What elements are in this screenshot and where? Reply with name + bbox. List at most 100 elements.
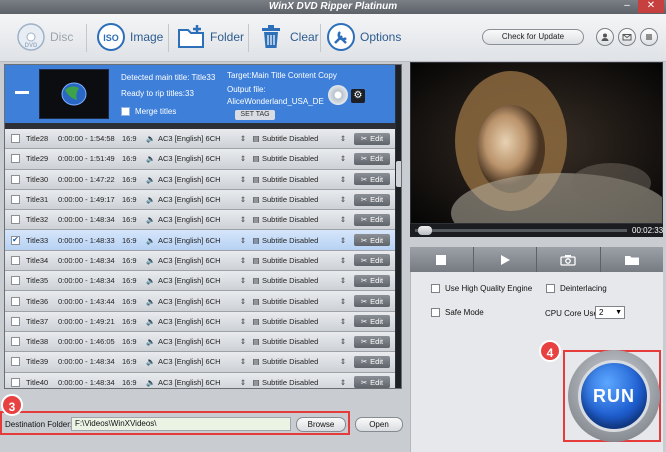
subtitle-select[interactable]: Subtitle Disabled <box>262 134 336 143</box>
cpu-core-select[interactable]: 2 ▼ <box>595 306 625 319</box>
collapse-toggle[interactable] <box>15 91 29 94</box>
output-file-name[interactable]: AliceWonderland_USA_DE <box>227 97 324 106</box>
title-checkbox[interactable] <box>11 215 20 225</box>
audio-track-select[interactable]: AC3 [English] 6CH <box>158 256 236 265</box>
chevron-updown-icon[interactable]: ⇕ <box>336 134 350 143</box>
options-button[interactable]: Options <box>326 22 401 52</box>
edit-button[interactable]: ✂ Edit <box>354 173 390 186</box>
edit-button[interactable]: ✂ Edit <box>354 376 390 388</box>
safe-mode-option[interactable]: Safe Mode <box>431 308 484 317</box>
title-row[interactable]: Title28 0:00:00 - 1:54:58 16:9 🔈 AC3 [Englis… <box>5 129 395 150</box>
subtitle-select[interactable]: Subtitle Disabled <box>262 215 336 224</box>
title-checkbox[interactable] <box>11 154 20 164</box>
subtitle-select[interactable]: Subtitle Disabled <box>262 378 336 387</box>
chevron-updown-icon[interactable]: ⇕ <box>236 215 250 224</box>
open-button[interactable]: Open <box>355 417 403 432</box>
title-checkbox[interactable] <box>11 255 20 265</box>
title-checkbox[interactable] <box>11 337 20 347</box>
title-row[interactable]: Title35 0:00:00 - 1:48:34 16:9 🔈 AC3 [Englis… <box>5 271 395 292</box>
title-row[interactable]: Title30 0:00:00 - 1:47:22 16:9 🔈 AC3 [Englis… <box>5 169 395 190</box>
audio-track-select[interactable]: AC3 [English] 6CH <box>158 297 236 306</box>
deinterlacing-checkbox[interactable] <box>546 284 555 293</box>
close-button[interactable]: ✕ <box>638 0 664 13</box>
chevron-updown-icon[interactable]: ⇕ <box>236 256 250 265</box>
audio-track-select[interactable]: AC3 [English] 6CH <box>158 276 236 285</box>
chevron-updown-icon[interactable]: ⇕ <box>336 276 350 285</box>
snapshot-button[interactable] <box>537 247 601 272</box>
run-button[interactable]: RUN <box>578 360 650 432</box>
deinterlacing-option[interactable]: Deinterlacing <box>546 284 607 293</box>
chevron-updown-icon[interactable]: ⇕ <box>236 337 250 346</box>
subtitle-select[interactable]: Subtitle Disabled <box>262 357 336 366</box>
chevron-updown-icon[interactable]: ⇕ <box>236 236 250 245</box>
hq-engine-checkbox[interactable] <box>431 284 440 293</box>
user-icon[interactable] <box>596 28 614 46</box>
gear-icon[interactable]: ⚙ <box>351 89 365 103</box>
chevron-updown-icon[interactable]: ⇕ <box>236 154 250 163</box>
title-checkbox[interactable] <box>11 296 20 306</box>
chevron-updown-icon[interactable]: ⇕ <box>336 357 350 366</box>
chevron-updown-icon[interactable]: ⇕ <box>236 134 250 143</box>
chevron-updown-icon[interactable]: ⇕ <box>336 337 350 346</box>
title-row[interactable]: Title34 0:00:00 - 1:48:34 16:9 🔈 AC3 [Englis… <box>5 250 395 272</box>
minimize-button[interactable]: – <box>616 0 638 13</box>
audio-track-select[interactable]: AC3 [English] 6CH <box>158 317 236 326</box>
destination-folder-input[interactable]: F:\Videos\WinXVideos\ <box>71 417 291 431</box>
title-row[interactable]: Title29 0:00:00 - 1:51:49 16:9 🔈 AC3 [Englis… <box>5 149 395 170</box>
scroll-thumb[interactable] <box>396 161 401 187</box>
audio-track-select[interactable]: AC3 [English] 6CH <box>158 154 236 163</box>
audio-track-select[interactable]: AC3 [English] 6CH <box>158 215 236 224</box>
audio-track-select[interactable]: AC3 [English] 6CH <box>158 337 236 346</box>
subtitle-select[interactable]: Subtitle Disabled <box>262 256 336 265</box>
chevron-updown-icon[interactable]: ⇕ <box>336 195 350 204</box>
title-row[interactable]: Title37 0:00:00 - 1:49:21 16:9 🔈 AC3 [Englis… <box>5 311 395 332</box>
chevron-updown-icon[interactable]: ⇕ <box>336 215 350 224</box>
title-checkbox[interactable] <box>11 377 20 387</box>
title-row[interactable]: Title32 0:00:00 - 1:48:34 16:9 🔈 AC3 [Englis… <box>5 210 395 231</box>
chevron-updown-icon[interactable]: ⇕ <box>336 317 350 326</box>
subtitle-select[interactable]: Subtitle Disabled <box>262 195 336 204</box>
seek-track[interactable] <box>415 229 627 232</box>
folder-button[interactable]: Folder <box>176 22 244 52</box>
title-row[interactable]: Title40 0:00:00 - 1:48:34 16:9 🔈 AC3 [Englis… <box>5 372 395 388</box>
seek-handle[interactable] <box>418 226 433 235</box>
title-list-scrollbar[interactable] <box>396 65 401 388</box>
set-tag-button[interactable]: SET TAG <box>235 110 275 120</box>
safe-mode-checkbox[interactable] <box>431 308 440 317</box>
chevron-updown-icon[interactable]: ⇕ <box>336 175 350 184</box>
subtitle-select[interactable]: Subtitle Disabled <box>262 175 336 184</box>
title-checkbox[interactable] <box>11 195 20 205</box>
edit-button[interactable]: ✂ Edit <box>354 254 390 267</box>
clear-button[interactable]: Clear <box>256 22 319 52</box>
subtitle-select[interactable]: Subtitle Disabled <box>262 297 336 306</box>
edit-button[interactable]: ✂ Edit <box>354 152 390 165</box>
chevron-updown-icon[interactable]: ⇕ <box>336 236 350 245</box>
chevron-updown-icon[interactable]: ⇕ <box>236 317 250 326</box>
image-button[interactable]: ISO Image <box>96 22 163 52</box>
chevron-updown-icon[interactable]: ⇕ <box>336 154 350 163</box>
edit-button[interactable]: ✂ Edit <box>354 132 390 145</box>
chevron-updown-icon[interactable]: ⇕ <box>236 297 250 306</box>
browse-button[interactable]: Browse <box>296 417 346 432</box>
chevron-updown-icon[interactable]: ⇕ <box>336 297 350 306</box>
chevron-updown-icon[interactable]: ⇕ <box>236 175 250 184</box>
title-checkbox[interactable] <box>11 276 20 286</box>
mail-icon[interactable] <box>618 28 636 46</box>
play-button[interactable] <box>474 247 537 272</box>
chevron-updown-icon[interactable]: ⇕ <box>236 357 250 366</box>
target-disc-icon[interactable] <box>328 85 348 105</box>
audio-track-select[interactable]: AC3 [English] 6CH <box>158 195 236 204</box>
chevron-updown-icon[interactable]: ⇕ <box>236 276 250 285</box>
title-row[interactable]: Title38 0:00:00 - 1:46:05 16:9 🔈 AC3 [Englis… <box>5 331 395 353</box>
chevron-updown-icon[interactable]: ⇕ <box>336 256 350 265</box>
title-row[interactable]: Title31 0:00:00 - 1:49:17 16:9 🔈 AC3 [Englis… <box>5 189 395 211</box>
edit-button[interactable]: ✂ Edit <box>354 295 390 308</box>
check-update-button[interactable]: Check for Update <box>482 29 584 45</box>
open-snapshot-folder-button[interactable] <box>601 247 664 272</box>
title-row[interactable]: Title36 0:00:00 - 1:43:44 16:9 🔈 AC3 [Englis… <box>5 291 395 312</box>
title-checkbox[interactable]: ✔ <box>11 235 20 245</box>
audio-track-select[interactable]: AC3 [English] 6CH <box>158 175 236 184</box>
audio-track-select[interactable]: AC3 [English] 6CH <box>158 236 236 245</box>
menu-icon[interactable] <box>640 28 658 46</box>
chevron-updown-icon[interactable]: ⇕ <box>236 378 250 387</box>
